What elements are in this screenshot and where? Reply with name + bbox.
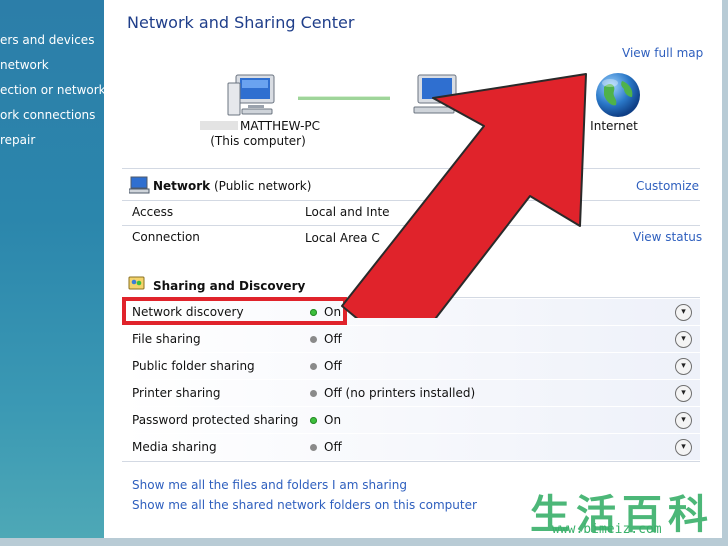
page-title: Network and Sharing Center [127,13,355,32]
sharing-row-file-sharing [122,326,700,352]
public-folder-sharing-label: Public folder sharing [132,359,255,373]
task-link-connection[interactable]: ection or network [0,83,106,97]
status-off-icon [310,444,317,451]
computer-icon [227,74,275,116]
view-status-link[interactable]: View status [633,230,702,244]
red-arrow-annotation [341,73,587,318]
expand-password-sharing-button[interactable]: ▾ [675,412,692,429]
network-small-icon [129,176,150,194]
show-shared-folders-link[interactable]: Show me all the shared network folders o… [132,498,477,512]
expand-media-sharing-button[interactable]: ▾ [675,439,692,456]
task-pane: ers and devices network ection or networ… [0,0,106,546]
status-off-icon [310,363,317,370]
file-sharing-value: Off [324,332,342,346]
status-off-icon [310,336,317,343]
task-link-repair[interactable]: repair [0,133,35,147]
expand-printer-sharing-button[interactable]: ▾ [675,385,692,402]
file-sharing-label: File sharing [132,332,201,346]
expand-file-sharing-button[interactable]: ▾ [675,331,692,348]
expand-public-folder-button[interactable]: ▾ [675,358,692,375]
connection-label: Connection [132,230,200,244]
printer-sharing-label: Printer sharing [132,386,221,400]
expand-network-discovery-button[interactable]: ▾ [675,304,692,321]
window-border-right [722,0,728,546]
task-link-network-connections[interactable]: ork connections [0,108,95,122]
status-off-icon [310,390,317,397]
public-folder-sharing-value: Off [324,359,342,373]
sharing-icon [128,276,145,290]
highlight-box [122,297,347,325]
password-sharing-label: Password protected sharing [132,413,299,427]
password-sharing-value: On [324,413,342,427]
media-sharing-value: Off [324,440,342,454]
row-separator [122,461,700,462]
show-shared-files-link[interactable]: Show me all the files and folders I am s… [132,478,407,492]
network-name: Network (Public network) [153,179,312,193]
computer-subtitle: (This computer) [210,134,306,148]
redacted-username [200,121,238,130]
customize-link[interactable]: Customize [636,179,699,193]
sharing-discovery-title: Sharing and Discovery [153,279,306,293]
window-frame: ers and devices network ection or networ… [0,0,728,546]
computer-name: MATTHEW-PC [200,119,320,133]
status-on-icon [310,417,317,424]
printer-sharing-value: Off (no printers installed) [324,386,476,400]
access-label: Access [132,205,174,219]
media-sharing-label: Media sharing [132,440,217,454]
watermark-url: www.bimeiz.com [552,522,662,537]
view-full-map-link[interactable]: View full map [622,46,703,60]
task-link-network[interactable]: network [0,58,49,72]
task-link-devices[interactable]: ers and devices [0,33,94,47]
